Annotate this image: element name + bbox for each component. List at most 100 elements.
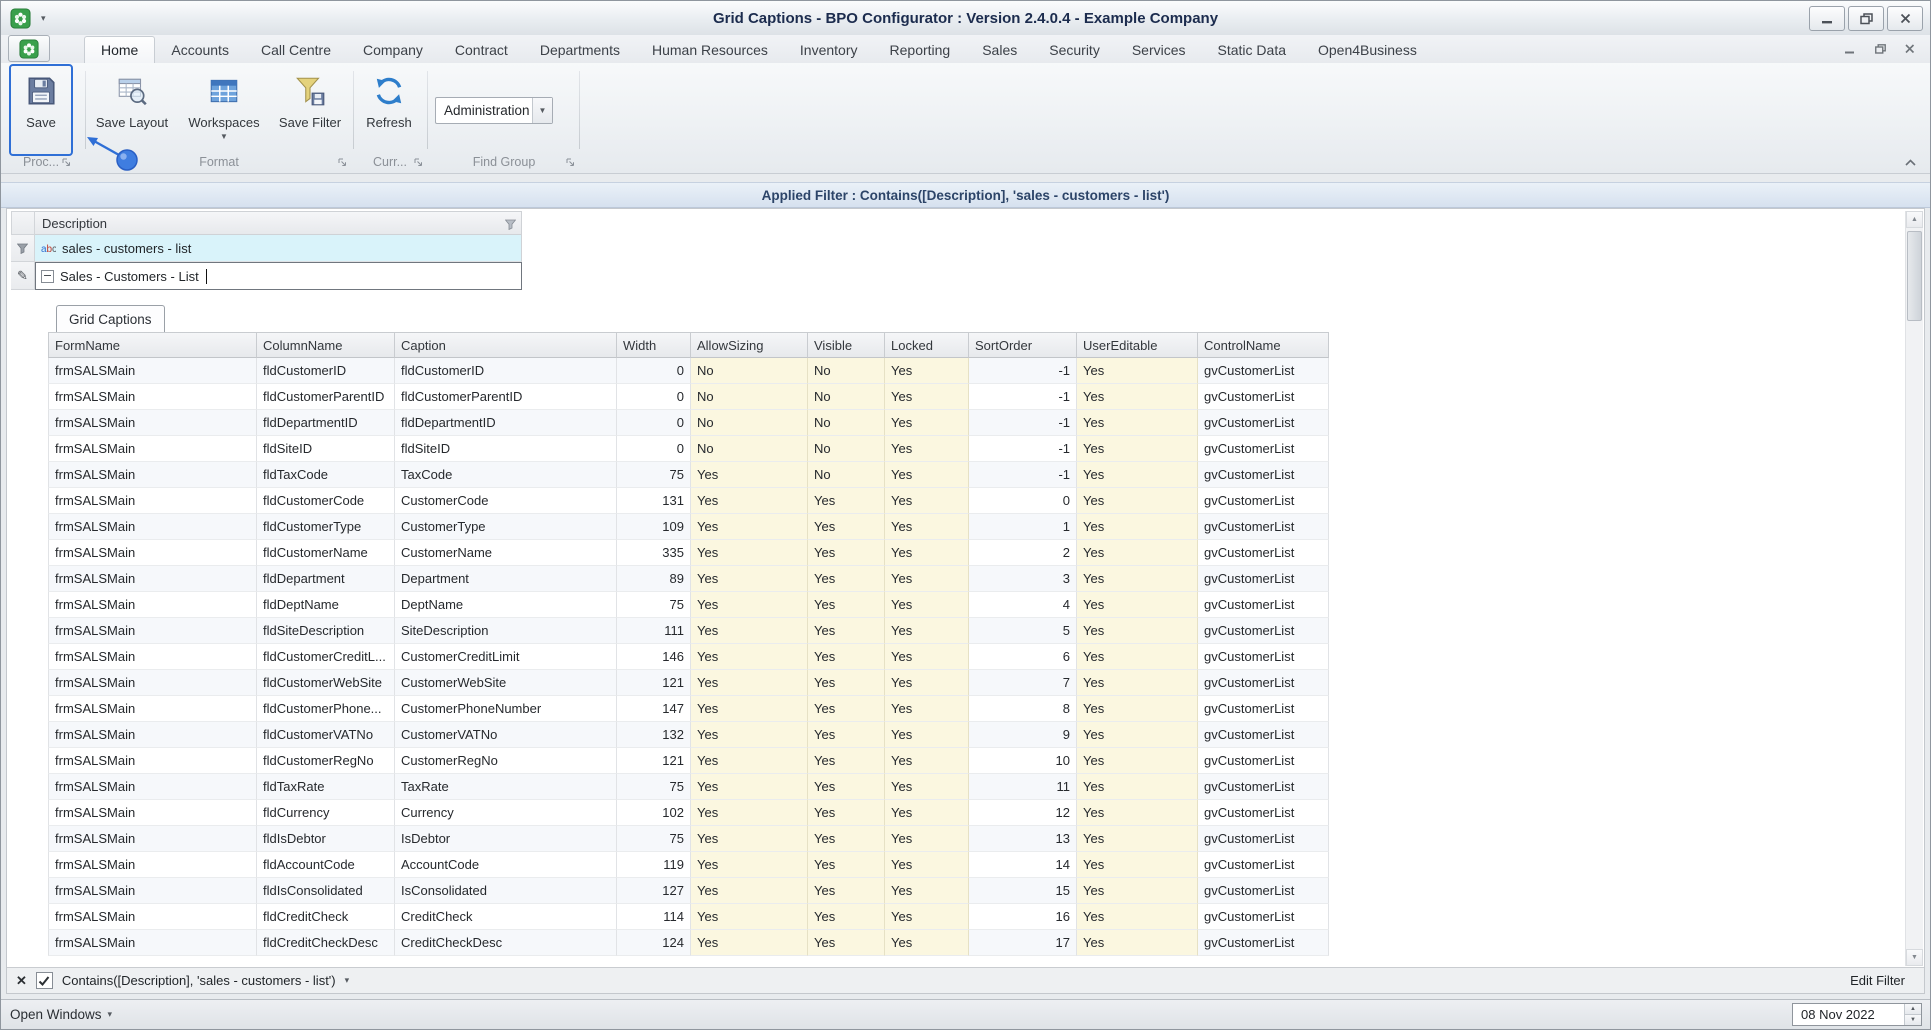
cell-visible[interactable]: Yes <box>808 566 885 592</box>
cell-caption[interactable]: AccountCode <box>395 852 617 878</box>
cell-visible[interactable]: No <box>808 410 885 436</box>
cell-columnname[interactable]: fldCustomerType <box>257 514 395 540</box>
cell-formname[interactable]: frmSALSMain <box>48 488 257 514</box>
cell-allowsizing[interactable]: No <box>691 436 808 462</box>
table-row[interactable]: frmSALSMain fldCreditCheck CreditCheck 114 Y… <box>48 904 1329 930</box>
cell-width[interactable]: 89 <box>617 566 691 592</box>
table-row[interactable]: frmSALSMain fldCustomerID fldCustomerID 0 No… <box>48 358 1329 384</box>
cell-visible[interactable]: Yes <box>808 774 885 800</box>
cell-visible[interactable]: Yes <box>808 930 885 956</box>
cell-sortorder[interactable]: -1 <box>969 462 1077 488</box>
table-row[interactable]: frmSALSMain fldCustomerVATNo CustomerVATNo… <box>48 722 1329 748</box>
cell-usereditable[interactable]: Yes <box>1077 462 1198 488</box>
cell-allowsizing[interactable]: No <box>691 358 808 384</box>
cell-visible[interactable]: No <box>808 436 885 462</box>
cell-formname[interactable]: frmSALSMain <box>48 410 257 436</box>
cell-columnname[interactable]: fldCustomerRegNo <box>257 748 395 774</box>
description-column-header[interactable]: Description <box>35 211 522 235</box>
cell-formname[interactable]: frmSALSMain <box>48 462 257 488</box>
cell-width[interactable]: 111 <box>617 618 691 644</box>
cell-caption[interactable]: CustomerName <box>395 540 617 566</box>
cell-visible[interactable]: No <box>808 358 885 384</box>
cell-columnname[interactable]: fldTaxRate <box>257 774 395 800</box>
cell-visible[interactable]: No <box>808 462 885 488</box>
column-header-columnname[interactable]: ColumnName <box>257 332 395 358</box>
cell-formname[interactable]: frmSALSMain <box>48 904 257 930</box>
cell-usereditable[interactable]: Yes <box>1077 514 1198 540</box>
dialog-launcher-icon[interactable] <box>564 156 576 168</box>
column-header-formname[interactable]: FormName <box>48 332 257 358</box>
tab-call-centre[interactable]: Call Centre <box>245 36 347 63</box>
cell-formname[interactable]: frmSALSMain <box>48 514 257 540</box>
scroll-down-button[interactable]: ▼ <box>1906 949 1923 966</box>
cell-width[interactable]: 75 <box>617 774 691 800</box>
cell-usereditable[interactable]: Yes <box>1077 852 1198 878</box>
cell-locked[interactable]: Yes <box>885 644 969 670</box>
cell-locked[interactable]: Yes <box>885 566 969 592</box>
tab-sales[interactable]: Sales <box>966 36 1033 63</box>
cell-width[interactable]: 109 <box>617 514 691 540</box>
table-row[interactable]: frmSALSMain fldDeptName DeptName 75 Yes Yes Ye… <box>48 592 1329 618</box>
auto-filter-row[interactable]: a b c sales - customers - list <box>35 235 522 262</box>
application-menu-button[interactable] <box>8 35 50 62</box>
table-row[interactable]: frmSALSMain fldTaxCode TaxCode 75 Yes No Yes -1… <box>48 462 1329 488</box>
cell-allowsizing[interactable]: Yes <box>691 488 808 514</box>
ribbon-close-button[interactable] <box>1900 41 1920 57</box>
cell-caption[interactable]: CustomerPhoneNumber <box>395 696 617 722</box>
cell-visible[interactable]: Yes <box>808 722 885 748</box>
table-row[interactable]: frmSALSMain fldSiteDescription SiteDescrip… <box>48 618 1329 644</box>
tab-reporting[interactable]: Reporting <box>874 36 967 63</box>
cell-width[interactable]: 127 <box>617 878 691 904</box>
cell-allowsizing[interactable]: No <box>691 384 808 410</box>
cell-columnname[interactable]: fldCustomerParentID <box>257 384 395 410</box>
cell-usereditable[interactable]: Yes <box>1077 722 1198 748</box>
cell-formname[interactable]: frmSALSMain <box>48 852 257 878</box>
cell-locked[interactable]: Yes <box>885 670 969 696</box>
cell-sortorder[interactable]: 15 <box>969 878 1077 904</box>
tab-grid-captions[interactable]: Grid Captions <box>56 305 165 332</box>
cell-columnname[interactable]: fldDepartment <box>257 566 395 592</box>
cell-columnname[interactable]: fldCurrency <box>257 800 395 826</box>
cell-locked[interactable]: Yes <box>885 722 969 748</box>
cell-locked[interactable]: Yes <box>885 826 969 852</box>
cell-allowsizing[interactable]: Yes <box>691 514 808 540</box>
cell-width[interactable]: 119 <box>617 852 691 878</box>
filter-condition-icon[interactable]: a b c <box>41 242 56 254</box>
column-header-locked[interactable]: Locked <box>885 332 969 358</box>
cell-columnname[interactable]: fldCreditCheck <box>257 904 395 930</box>
column-header-allowsizing[interactable]: AllowSizing <box>691 332 808 358</box>
cell-allowsizing[interactable]: Yes <box>691 592 808 618</box>
tab-static-data[interactable]: Static Data <box>1202 36 1302 63</box>
cell-controlname[interactable]: gvCustomerList <box>1198 774 1329 800</box>
filter-dropdown-icon[interactable]: ▾ <box>345 975 350 986</box>
table-row[interactable]: frmSALSMain fldIsDebtor IsDebtor 75 Yes Yes Ye… <box>48 826 1329 852</box>
cell-visible[interactable]: Yes <box>808 826 885 852</box>
cell-width[interactable]: 75 <box>617 826 691 852</box>
cell-formname[interactable]: frmSALSMain <box>48 878 257 904</box>
cell-sortorder[interactable]: 5 <box>969 618 1077 644</box>
filter-expression[interactable]: Contains([Description], 'sales - custome… <box>62 973 336 988</box>
cell-locked[interactable]: Yes <box>885 462 969 488</box>
cell-width[interactable]: 102 <box>617 800 691 826</box>
cell-controlname[interactable]: gvCustomerList <box>1198 566 1329 592</box>
tab-contract[interactable]: Contract <box>439 36 524 63</box>
cell-caption[interactable]: DeptName <box>395 592 617 618</box>
cell-usereditable[interactable]: Yes <box>1077 592 1198 618</box>
cell-controlname[interactable]: gvCustomerList <box>1198 670 1329 696</box>
cell-controlname[interactable]: gvCustomerList <box>1198 410 1329 436</box>
table-row[interactable]: frmSALSMain fldCustomerWebSite CustomerWeb… <box>48 670 1329 696</box>
cell-columnname[interactable]: fldAccountCode <box>257 852 395 878</box>
cell-allowsizing[interactable]: Yes <box>691 774 808 800</box>
table-row[interactable]: frmSALSMain fldCustomerCreditL... Customer… <box>48 644 1329 670</box>
cell-width[interactable]: 0 <box>617 384 691 410</box>
tab-security[interactable]: Security <box>1033 36 1116 63</box>
cell-columnname[interactable]: fldCustomerVATNo <box>257 722 395 748</box>
close-filter-button[interactable]: ✕ <box>16 973 27 989</box>
column-header-visible[interactable]: Visible <box>808 332 885 358</box>
cell-formname[interactable]: frmSALSMain <box>48 358 257 384</box>
cell-sortorder[interactable]: 4 <box>969 592 1077 618</box>
column-header-caption[interactable]: Caption <box>395 332 617 358</box>
cell-columnname[interactable]: fldTaxCode <box>257 462 395 488</box>
cell-controlname[interactable]: gvCustomerList <box>1198 384 1329 410</box>
cell-controlname[interactable]: gvCustomerList <box>1198 488 1329 514</box>
